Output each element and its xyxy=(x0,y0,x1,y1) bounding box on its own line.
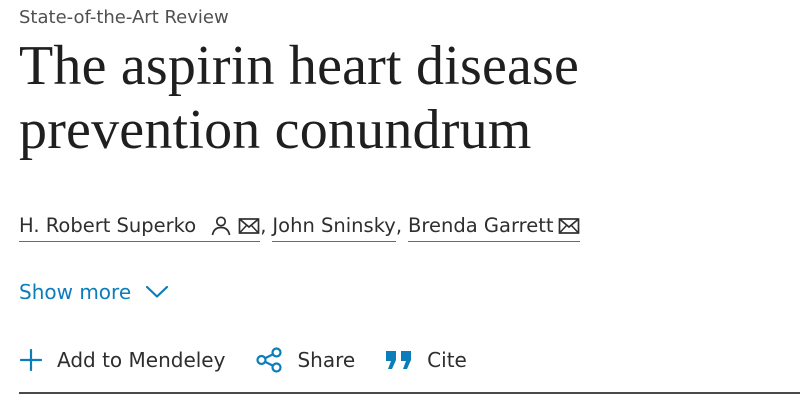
author-list: H. Robert Superko , John Sninsky , Brend… xyxy=(19,211,580,243)
share-label: Share xyxy=(297,348,356,372)
author-separator: , xyxy=(395,214,403,237)
author-icons xyxy=(558,217,580,235)
author-separator: , xyxy=(260,214,267,237)
author-link-superko[interactable]: H. Robert Superko xyxy=(19,211,261,242)
article-toolbar: Add to Mendeley Share Cite xyxy=(19,343,467,377)
add-to-mendeley-button[interactable]: Add to Mendeley xyxy=(19,348,225,372)
cite-button[interactable]: Cite xyxy=(385,348,467,372)
author-name: John Sninsky xyxy=(272,214,396,237)
article-type-label: State-of-the-Art Review xyxy=(19,7,229,28)
quote-icon xyxy=(385,349,413,371)
author-link-sninsky[interactable]: John Sninsky xyxy=(272,211,396,242)
chevron-down-icon xyxy=(145,285,169,299)
share-icon xyxy=(255,346,283,374)
plus-icon xyxy=(19,348,43,372)
author-name: H. Robert Superko xyxy=(19,214,197,237)
person-icon[interactable] xyxy=(210,215,232,237)
article-title: The aspirin heart disease prevention con… xyxy=(19,35,580,161)
show-more-label: Show more xyxy=(19,280,132,304)
author-name: Brenda Garrett xyxy=(408,214,554,237)
cite-label: Cite xyxy=(427,348,467,372)
article-header: State-of-the-Art Review The aspirin hear… xyxy=(19,0,800,406)
envelope-icon[interactable] xyxy=(558,217,580,235)
author-icons xyxy=(210,215,260,237)
show-more-button[interactable]: Show more xyxy=(19,280,169,304)
author-link-garrett[interactable]: Brenda Garrett xyxy=(408,211,580,242)
share-button[interactable]: Share xyxy=(255,346,355,374)
section-divider xyxy=(19,392,800,394)
add-to-mendeley-label: Add to Mendeley xyxy=(57,348,226,372)
envelope-icon[interactable] xyxy=(238,217,260,235)
